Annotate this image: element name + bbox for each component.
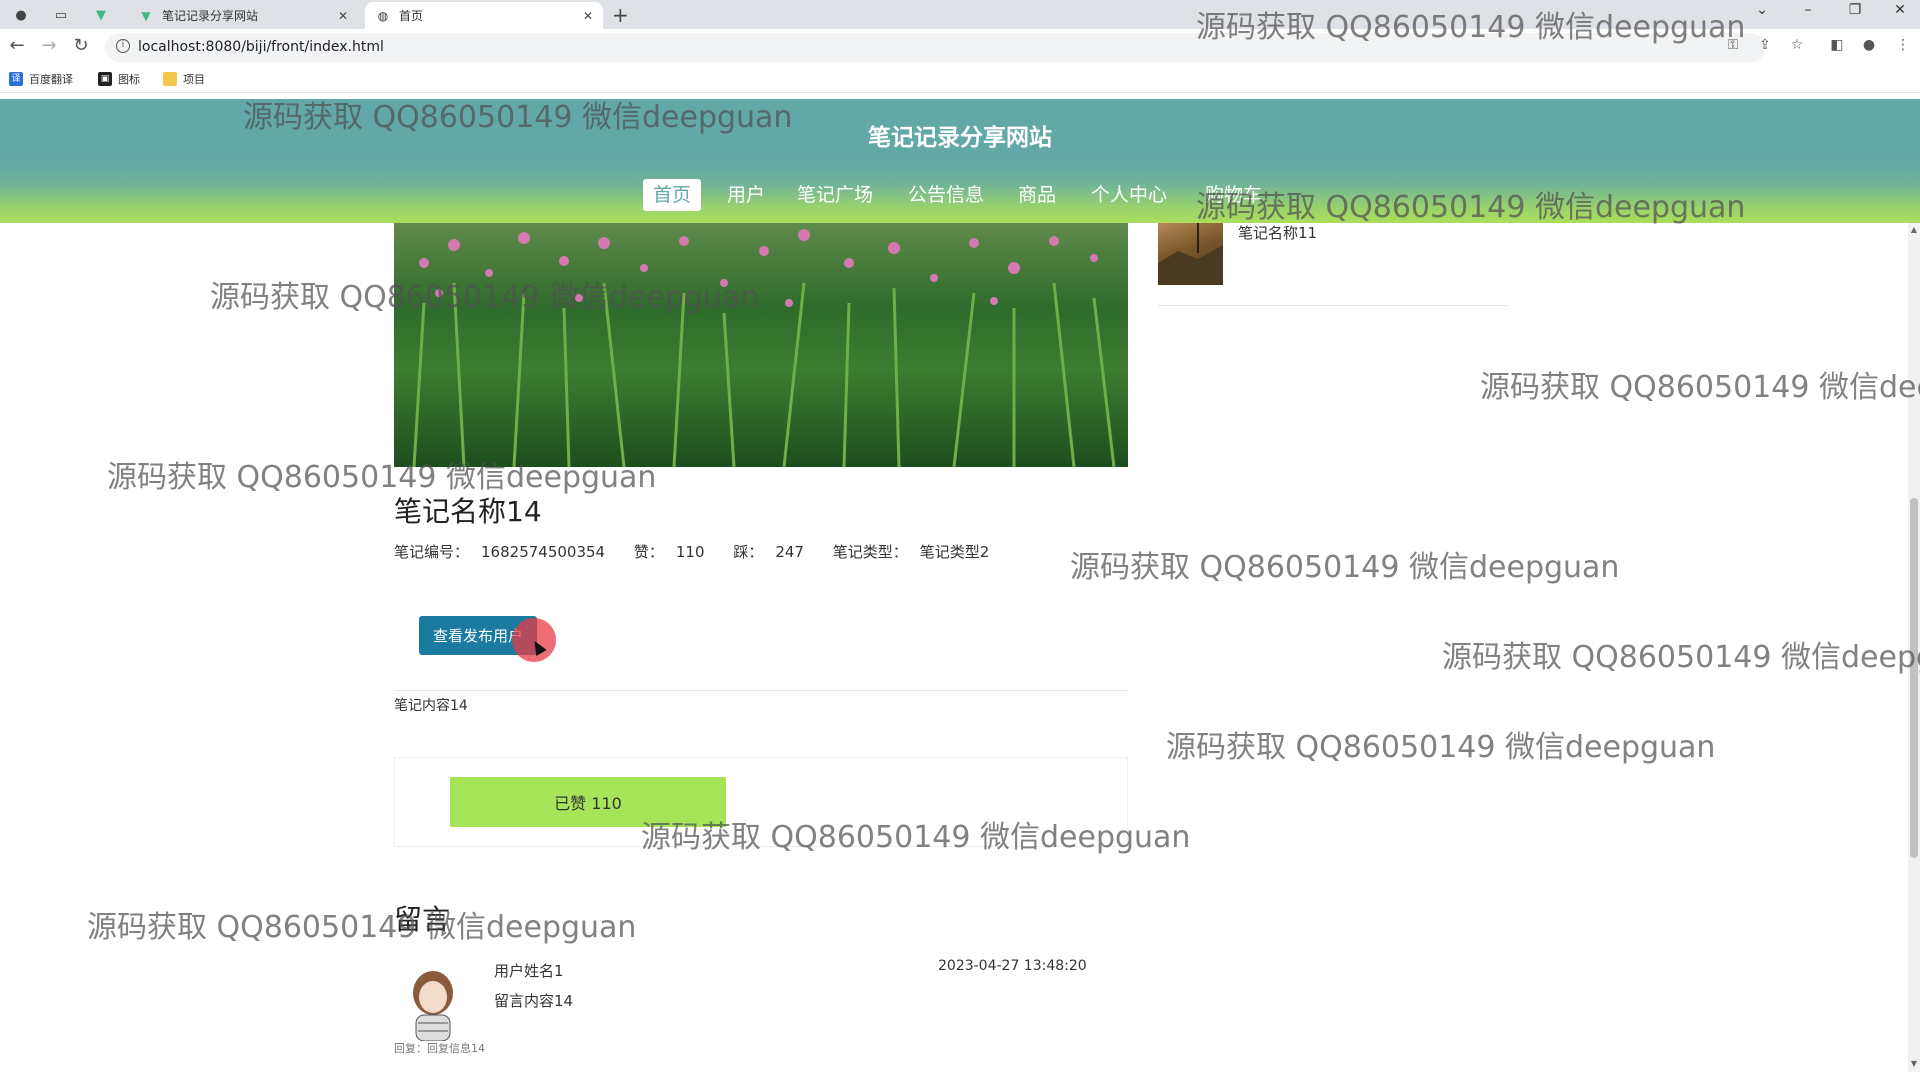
star-icon[interactable]: ☆ — [1786, 37, 1808, 53]
landscape-image — [1158, 223, 1223, 285]
avatar-girl-image — [413, 971, 453, 1042]
scroll-up-icon[interactable]: ▲ — [1908, 225, 1920, 234]
note-likes: 赞： 110 — [634, 543, 717, 561]
sidebar-divider — [1158, 305, 1508, 306]
bookmark-icons[interactable]: ▣ 图标 — [98, 71, 140, 87]
liked-button[interactable]: 已赞 110 — [450, 777, 726, 827]
menu-item-profile[interactable]: 个人中心 — [1091, 179, 1167, 211]
bookmark-baidu-translate[interactable]: 译 百度翻译 — [9, 71, 73, 87]
watermark-text: 源码获取 QQ86050149 微信deepguan — [1166, 730, 1716, 765]
image-icon: ▣ — [98, 72, 112, 86]
watermark-text: 源码获取 QQ86050149 微信deepguan — [87, 910, 637, 945]
site-info-icon[interactable]: i — [116, 39, 130, 53]
meta-label: 赞： — [633, 543, 664, 561]
tab-search-icon[interactable]: ⌄ — [1747, 2, 1777, 18]
scroll-down-icon[interactable]: ▼ — [1908, 1059, 1920, 1068]
side-panel-icon[interactable]: ◧ — [1826, 37, 1848, 53]
vue-logo-icon: ▼ — [141, 8, 151, 23]
watermark-text: 源码获取 QQ86050149 微信deepguan — [1070, 550, 1620, 585]
reload-icon[interactable]: ↻ — [69, 35, 93, 56]
bookmark-projects[interactable]: 项目 — [163, 71, 205, 87]
note-id: 笔记编号： 1682574500354 — [394, 543, 617, 561]
close-window-icon[interactable]: ✕ — [1885, 2, 1915, 18]
note-type: 笔记类型： 笔记类型2 — [833, 543, 1002, 561]
meta-label: 笔记类型： — [832, 543, 908, 561]
menu-item-cart[interactable]: 购物车 — [1205, 179, 1262, 211]
menu-item-goods[interactable]: 商品 — [1018, 179, 1056, 211]
menu-item-home[interactable]: 首页 — [643, 179, 702, 211]
share-icon[interactable]: ⇪ — [1754, 37, 1776, 53]
like-section: 已赞 110 — [394, 757, 1128, 847]
url-text: localhost:8080/biji/front/index.html — [138, 39, 384, 55]
tab-notes-site[interactable]: ▼ 笔记记录分享网站 ✕ — [128, 2, 358, 29]
meta-label: 踩： — [733, 543, 764, 561]
note-meta: 笔记编号： 1682574500354 赞： 110 踩： 247 笔记类型： 笔记类型… — [394, 541, 1013, 562]
comment-user-name: 用户姓名1 — [494, 962, 564, 980]
close-icon[interactable]: ✕ — [583, 9, 593, 23]
page-scrollbar[interactable]: ▲ ▼ — [1908, 223, 1920, 1072]
meta-value: 1682574500354 — [481, 543, 606, 561]
meta-value: 247 — [775, 543, 804, 561]
comment-reply: 回复：回复信息14 — [394, 1042, 485, 1055]
menu-item-note-square[interactable]: 笔记广场 — [797, 179, 873, 211]
scroll-thumb[interactable] — [1910, 498, 1918, 858]
restore-icon[interactable]: ❐ — [1840, 2, 1870, 18]
translate-icon: 译 — [9, 72, 23, 86]
meta-label: 笔记编号： — [394, 543, 470, 561]
browser-tab-strip: ● ▭ ▼ ▼ 笔记记录分享网站 ✕ ◍ 首页 ✕ + ⌄ – ❐ ✕ — [0, 0, 1920, 29]
vue-logo-icon[interactable]: ▼ — [88, 4, 114, 26]
forward-icon[interactable]: → — [37, 35, 61, 56]
bookmark-label: 百度翻译 — [29, 73, 73, 86]
minimize-icon[interactable]: – — [1793, 2, 1823, 18]
sidebar-note-thumbnail[interactable] — [1158, 223, 1223, 285]
comments-title: 留言 — [394, 903, 451, 936]
note-title: 笔记名称14 — [394, 495, 542, 528]
globe-icon: ◍ — [377, 8, 389, 23]
close-icon[interactable]: ✕ — [338, 9, 348, 23]
tab-title: 笔记记录分享网站 — [162, 9, 259, 23]
main-menu: 首页 用户 笔记广场 公告信息 商品 个人中心 购物车 — [0, 179, 1920, 211]
menu-item-users[interactable]: 用户 — [727, 179, 765, 211]
meta-value: 笔记类型2 — [919, 543, 990, 561]
bookmarks-bar: 译 百度翻译 ▣ 图标 项目 — [0, 66, 1920, 93]
key-icon[interactable]: ⚿ — [1722, 37, 1744, 53]
back-icon[interactable]: ← — [5, 35, 29, 56]
note-cover-image — [394, 223, 1128, 467]
meta-value: 110 — [675, 543, 705, 561]
site-title: 笔记记录分享网站 — [868, 125, 1052, 151]
watermark-text: 源码获取 QQ86050149 微信deepguan — [1442, 640, 1920, 675]
sidebar-note-name[interactable]: 笔记名称11 — [1238, 222, 1317, 243]
globe-icon[interactable]: ● — [8, 4, 34, 26]
browser-toolbar: ← → ↻ i localhost:8080/biji/front/index.… — [0, 29, 1920, 66]
menu-item-announcements[interactable]: 公告信息 — [908, 179, 984, 211]
blank-tab-icon[interactable]: ▭ — [48, 4, 74, 26]
note-content: 笔记内容14 — [394, 698, 468, 714]
content-divider — [394, 690, 1128, 691]
tab-home[interactable]: ◍ 首页 ✕ — [365, 2, 603, 29]
fireweed-flowers-image — [412, 229, 1116, 467]
folder-icon — [163, 72, 177, 86]
watermark-text: 源码获取 QQ86050149 微信deepguan — [1480, 370, 1920, 405]
tab-title: 首页 — [399, 9, 424, 23]
bookmark-label: 项目 — [183, 73, 205, 86]
address-bar[interactable]: i localhost:8080/biji/front/index.html — [105, 33, 1765, 62]
profile-icon[interactable]: ● — [1858, 37, 1880, 53]
comment-text: 留言内容14 — [494, 992, 574, 1010]
commenter-avatar — [404, 965, 462, 1042]
bookmark-label: 图标 — [118, 73, 140, 86]
new-tab-icon[interactable]: + — [612, 3, 629, 27]
comment-time: 2023-04-27 13:48:20 — [938, 958, 1087, 974]
site-header: 笔记记录分享网站 首页 用户 笔记广场 公告信息 商品 个人中心 购物车 — [0, 99, 1920, 223]
note-dislikes: 踩： 247 — [733, 543, 816, 561]
menu-dots-icon[interactable]: ⋮ — [1892, 37, 1914, 53]
